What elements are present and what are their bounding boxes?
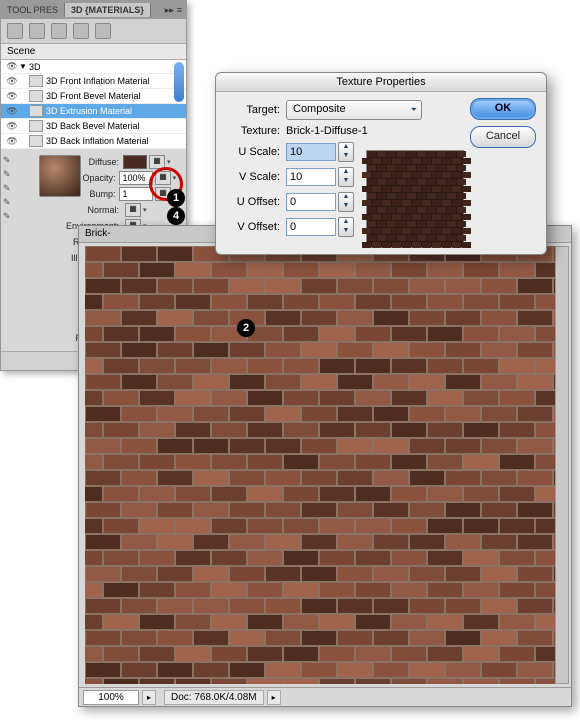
- uscale-input[interactable]: [286, 143, 336, 161]
- light-icon[interactable]: [73, 23, 89, 39]
- panel-tab-bar: TOOL PRES 3D {MATERIALS} ▸▸ ≡: [1, 1, 186, 19]
- target-select[interactable]: Composite: [286, 100, 422, 120]
- normal-label: Normal:: [61, 205, 123, 215]
- material-thumb-icon: [29, 120, 43, 132]
- panel-collapse-icon[interactable]: ▸▸: [165, 5, 174, 16]
- scene-header: Scene: [1, 44, 186, 60]
- panel-toolbar: [1, 19, 186, 44]
- normal-texture-button[interactable]: ▦: [125, 203, 141, 217]
- canvas-area[interactable]: [85, 246, 555, 684]
- voffset-stepper[interactable]: ▲▼: [338, 217, 354, 237]
- uoffset-input[interactable]: [286, 193, 336, 211]
- uscale-label: U Scale:: [226, 146, 286, 158]
- diffuse-texture-button[interactable]: ▦: [149, 155, 165, 169]
- mesh-icon[interactable]: [29, 23, 45, 39]
- side-tool-icons: ✎ ✎ ✎ ✎ ✎: [3, 155, 15, 223]
- texture-preview: [366, 150, 464, 248]
- bump-input[interactable]: [119, 187, 153, 201]
- disclosure-icon[interactable]: ▼: [19, 62, 29, 71]
- status-menu-icon[interactable]: ▸: [142, 690, 156, 705]
- canvas-scrollbar[interactable]: [555, 246, 569, 684]
- vscale-stepper[interactable]: ▲▼: [338, 167, 354, 187]
- scene-item[interactable]: 👁 3D Front Bevel Material: [1, 89, 186, 104]
- diffuse-menu-icon[interactable]: ▾: [167, 158, 177, 166]
- opacity-texture-button[interactable]: ▦: [155, 171, 170, 185]
- cancel-button[interactable]: Cancel: [470, 126, 536, 148]
- tab-tool-presets[interactable]: TOOL PRES: [1, 3, 65, 17]
- scene-item-label: 3D Back Bevel Material: [46, 121, 140, 131]
- texture-label: Texture:: [226, 125, 286, 137]
- material-thumb-icon: [29, 90, 43, 102]
- zoom-field[interactable]: 100%: [83, 690, 139, 705]
- brush4-icon[interactable]: ✎: [3, 211, 15, 223]
- document-window: Brick- 100% ▸ Doc: 768.0K/4.08M ▸: [78, 225, 572, 707]
- bump-menu-icon[interactable]: ▾: [173, 190, 182, 198]
- scene-item-label: 3D Back Inflation Material: [46, 136, 149, 146]
- voffset-input[interactable]: [286, 218, 336, 236]
- scene-item-label: 3D Front Bevel Material: [46, 91, 141, 101]
- scene-item-label: 3D: [29, 62, 41, 72]
- material-icon[interactable]: [51, 23, 67, 39]
- opacity-input[interactable]: [119, 171, 153, 185]
- bump-texture-button[interactable]: ▦: [155, 187, 170, 201]
- visibility-icon[interactable]: 👁: [5, 136, 19, 147]
- brush-icon[interactable]: ✎: [3, 169, 15, 181]
- scene-list[interactable]: 👁 ▼ 3D 👁 3D Front Inflation Material 👁 3…: [1, 60, 186, 149]
- normal-menu-icon[interactable]: ▾: [143, 206, 153, 214]
- visibility-icon[interactable]: 👁: [5, 76, 19, 87]
- scene-item-3d[interactable]: 👁 ▼ 3D: [1, 60, 186, 74]
- uoffset-label: U Offset:: [226, 196, 286, 208]
- vscale-input[interactable]: [286, 168, 336, 186]
- doc-menu-icon[interactable]: ▸: [267, 690, 281, 705]
- filter-icon[interactable]: [7, 23, 23, 39]
- target-label: Target:: [226, 104, 286, 116]
- material-thumb-icon: [29, 135, 43, 147]
- scene-item[interactable]: 👁 3D Back Bevel Material: [1, 119, 186, 134]
- grid-icon[interactable]: [95, 23, 111, 39]
- uoffset-stepper[interactable]: ▲▼: [338, 192, 354, 212]
- scene-item[interactable]: 👁 3D Back Inflation Material: [1, 134, 186, 149]
- visibility-icon[interactable]: 👁: [5, 106, 19, 117]
- material-preview-sphere[interactable]: [39, 155, 81, 197]
- status-bar: 100% ▸ Doc: 768.0K/4.08M ▸: [79, 687, 571, 706]
- material-thumb-icon: [29, 75, 43, 87]
- scene-item-label: 3D Extrusion Material: [46, 106, 132, 116]
- visibility-icon[interactable]: 👁: [5, 61, 19, 72]
- uscale-stepper[interactable]: ▲▼: [338, 142, 354, 162]
- panel-menu-icon[interactable]: ≡: [177, 5, 182, 16]
- scene-scrollbar[interactable]: [174, 62, 184, 102]
- diffuse-swatch[interactable]: [123, 155, 147, 169]
- scene-item-label: 3D Front Inflation Material: [46, 76, 150, 86]
- vscale-label: V Scale:: [226, 171, 286, 183]
- opacity-menu-icon[interactable]: ▾: [173, 174, 182, 182]
- voffset-label: V Offset:: [226, 221, 286, 233]
- brush3-icon[interactable]: ✎: [3, 197, 15, 209]
- material-thumb-icon: [29, 105, 43, 117]
- visibility-icon[interactable]: 👁: [5, 91, 19, 102]
- eyedropper-icon[interactable]: ✎: [3, 155, 15, 167]
- brush2-icon[interactable]: ✎: [3, 183, 15, 195]
- visibility-icon[interactable]: 👁: [5, 121, 19, 132]
- dialog-title: Texture Properties: [216, 73, 546, 92]
- doc-size-label: Doc: 768.0K/4.08M: [164, 690, 264, 705]
- ok-button[interactable]: OK: [470, 98, 536, 120]
- scene-item[interactable]: 👁 3D Front Inflation Material: [1, 74, 186, 89]
- scene-item-selected[interactable]: 👁 3D Extrusion Material: [1, 104, 186, 119]
- texture-name: Brick-1-Diffuse-1: [286, 125, 368, 137]
- tab-3d-materials[interactable]: 3D {MATERIALS}: [65, 3, 151, 17]
- texture-properties-dialog: Texture Properties Target: Composite Tex…: [215, 72, 547, 255]
